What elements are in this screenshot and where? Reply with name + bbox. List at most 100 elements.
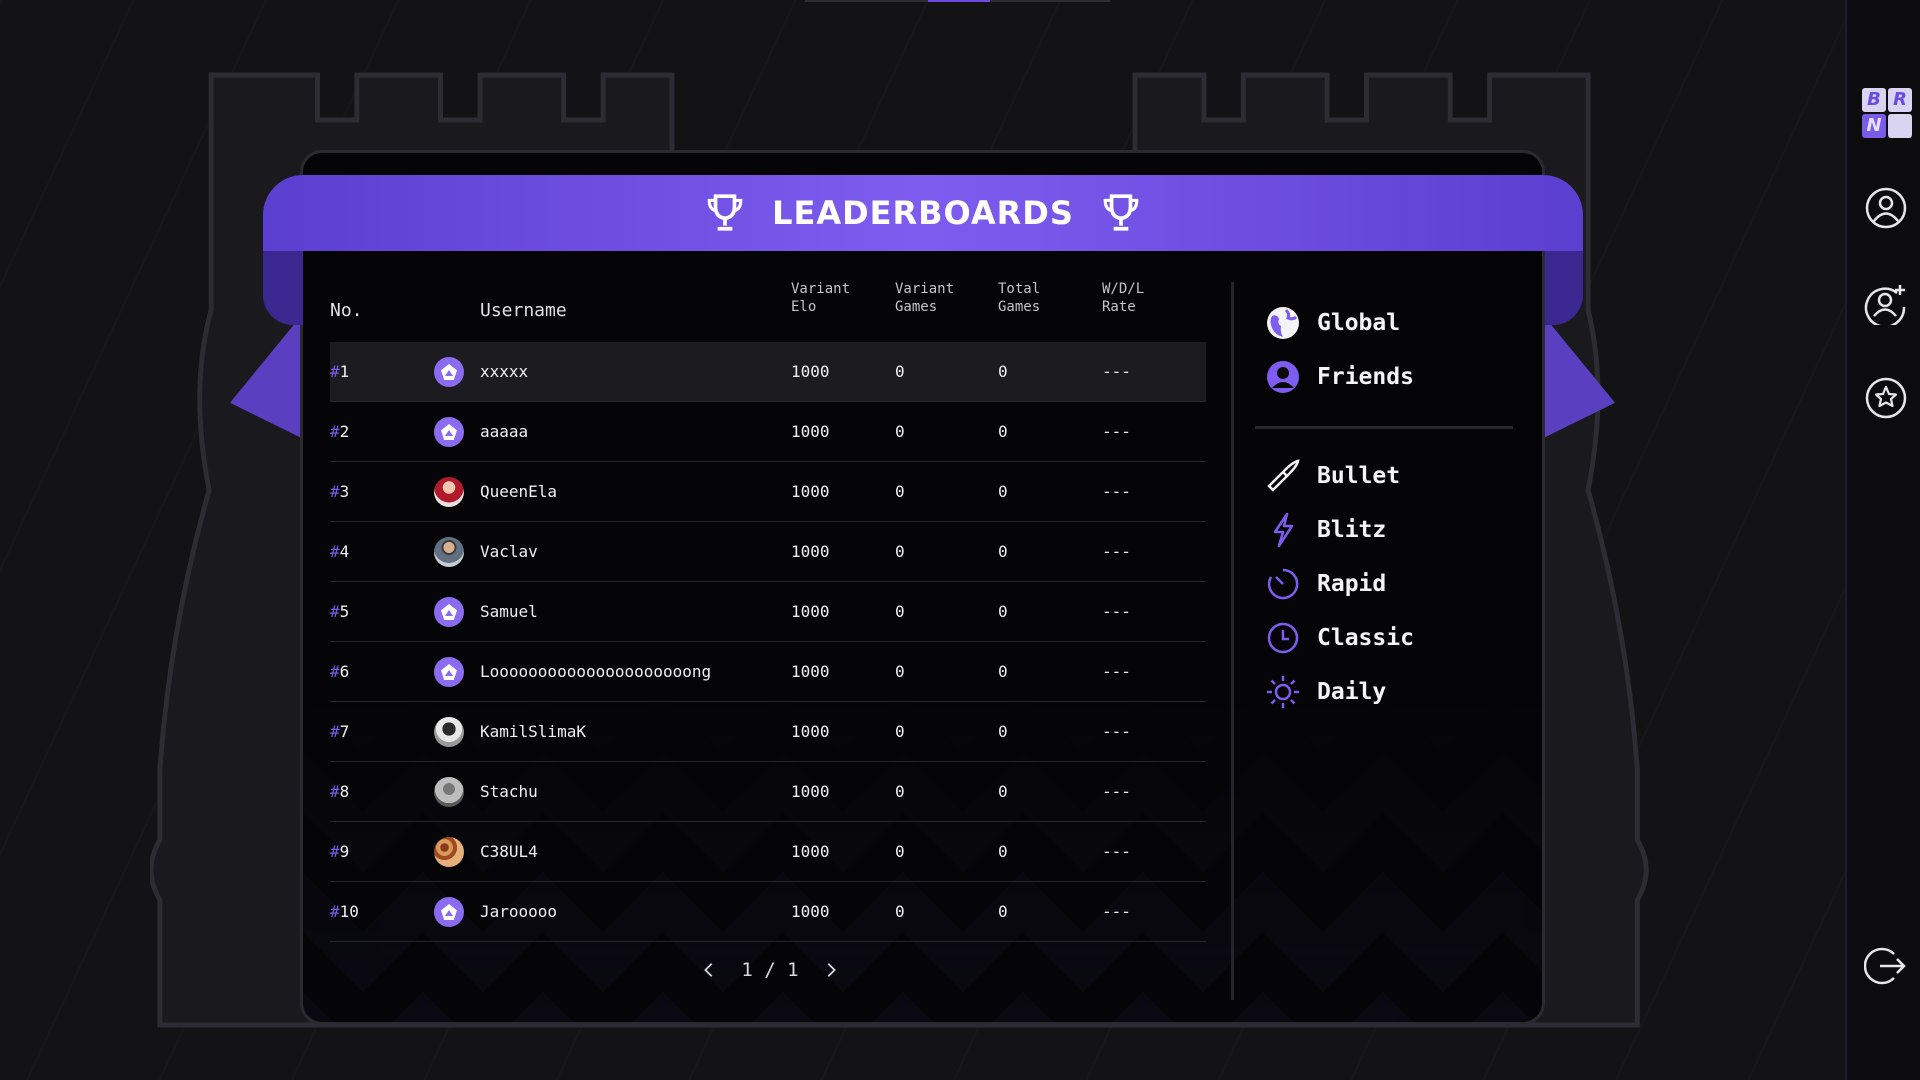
wdl-rate: --- <box>1102 782 1131 801</box>
filter-label: Daily <box>1317 679 1387 705</box>
star-badge-icon[interactable] <box>1864 376 1908 420</box>
variant-elo: 1000 <box>791 422 830 441</box>
rank: #4 <box>330 542 350 561</box>
pagination: 1 / 1 <box>700 955 840 985</box>
chevron-left-icon[interactable] <box>700 961 718 979</box>
variant-games: 0 <box>895 542 905 561</box>
wdl-rate: --- <box>1102 542 1131 561</box>
variant-elo: 1000 <box>791 542 830 561</box>
wdl-rate: --- <box>1102 362 1131 381</box>
page-title: LEADERBOARDS <box>772 194 1074 232</box>
rank: #8 <box>330 782 350 801</box>
avatar <box>434 657 464 687</box>
total-games: 0 <box>998 542 1008 561</box>
avatar <box>434 477 464 507</box>
avatar <box>434 777 464 807</box>
filter-rapid[interactable]: Rapid <box>1265 557 1515 611</box>
variant-elo: 1000 <box>791 482 830 501</box>
total-games: 0 <box>998 902 1008 921</box>
variant-elo: 1000 <box>791 722 830 741</box>
wdl-rate: --- <box>1102 902 1131 921</box>
username[interactable]: Stachu <box>480 762 538 822</box>
table-row[interactable]: #10 Jarooooo 1000 0 0 --- <box>330 882 1206 942</box>
trophy-icon <box>1103 194 1139 231</box>
variant-games: 0 <box>895 422 905 441</box>
timer-icon <box>1265 566 1301 602</box>
variant-games: 0 <box>895 482 905 501</box>
divider <box>1231 282 1234 1000</box>
column-total-games: Total Games <box>998 281 1041 315</box>
variant-elo: 1000 <box>791 362 830 381</box>
logout-icon[interactable] <box>1864 944 1908 988</box>
table-row[interactable]: #8 Stachu 1000 0 0 --- <box>330 762 1206 822</box>
globe-icon <box>1265 305 1301 341</box>
ribbon-tail-left <box>230 317 300 463</box>
total-games: 0 <box>998 782 1008 801</box>
total-games: 0 <box>998 482 1008 501</box>
username[interactable]: Looooooooooooooooooooong <box>480 642 711 702</box>
username[interactable]: xxxxx <box>480 342 528 402</box>
column-variant-elo: Variant Elo <box>791 281 851 315</box>
filter-blitz[interactable]: Blitz <box>1265 503 1515 557</box>
wdl-rate: --- <box>1102 662 1131 681</box>
user-circle-icon <box>1265 359 1301 395</box>
table-row[interactable]: #3 QueenEla 1000 0 0 --- <box>330 462 1206 522</box>
table-row[interactable]: #5 Samuel 1000 0 0 --- <box>330 582 1206 642</box>
wdl-rate: --- <box>1102 422 1131 441</box>
table-row[interactable]: #1 xxxxx 1000 0 0 --- <box>330 342 1206 402</box>
rank: #1 <box>330 362 350 381</box>
username[interactable]: QueenEla <box>480 462 557 522</box>
filter-label: Classic <box>1317 625 1414 651</box>
total-games: 0 <box>998 602 1008 621</box>
filter-label: Global <box>1317 310 1401 336</box>
wdl-rate: --- <box>1102 482 1131 501</box>
username[interactable]: aaaaa <box>480 402 528 462</box>
table-row[interactable]: #9 C38UL4 1000 0 0 --- <box>330 822 1206 882</box>
variant-games: 0 <box>895 782 905 801</box>
lightning-icon <box>1265 512 1301 548</box>
variant-elo: 1000 <box>791 782 830 801</box>
app-logo[interactable]: B R N <box>1862 88 1912 138</box>
filter-label: Friends <box>1317 364 1414 390</box>
add-friend-icon[interactable] <box>1864 281 1908 325</box>
total-games: 0 <box>998 362 1008 381</box>
rank: #7 <box>330 722 350 741</box>
table-row[interactable]: #4 Vaclav 1000 0 0 --- <box>330 522 1206 582</box>
filter-global[interactable]: Global <box>1265 296 1515 350</box>
chevron-right-icon[interactable] <box>822 961 840 979</box>
avatar <box>434 417 464 447</box>
filter-classic[interactable]: Classic <box>1265 611 1515 665</box>
rank: #10 <box>330 902 359 921</box>
username[interactable]: Samuel <box>480 582 538 642</box>
clock-icon <box>1265 620 1301 656</box>
username[interactable]: C38UL4 <box>480 822 538 882</box>
variant-games: 0 <box>895 842 905 861</box>
variant-elo: 1000 <box>791 662 830 681</box>
variant-games: 0 <box>895 722 905 741</box>
variant-elo: 1000 <box>791 842 830 861</box>
username[interactable]: Jarooooo <box>480 882 557 942</box>
variant-elo: 1000 <box>791 602 830 621</box>
username[interactable]: KamilSlimaK <box>480 702 586 762</box>
filter-daily[interactable]: Daily <box>1265 665 1515 719</box>
ribbon-tail-right <box>1545 317 1615 463</box>
variant-games: 0 <box>895 362 905 381</box>
table-row[interactable]: #6 Looooooooooooooooooooong 1000 0 0 --- <box>330 642 1206 702</box>
rank: #9 <box>330 842 350 861</box>
filter-bullet[interactable]: Bullet <box>1265 449 1515 503</box>
username[interactable]: Vaclav <box>480 522 538 582</box>
filter-friends[interactable]: Friends <box>1265 350 1515 404</box>
variant-games: 0 <box>895 662 905 681</box>
table-row[interactable]: #2 aaaaa 1000 0 0 --- <box>330 402 1206 462</box>
table-row[interactable]: #7 KamilSlimaK 1000 0 0 --- <box>330 702 1206 762</box>
avatar <box>434 357 464 387</box>
avatar <box>434 717 464 747</box>
rank: #3 <box>330 482 350 501</box>
top-tab-indicator <box>805 0 1110 2</box>
column-variant-games: Variant Games <box>895 281 955 315</box>
sun-icon <box>1265 674 1301 710</box>
column-no: No. <box>330 300 363 321</box>
filter-label: Rapid <box>1317 571 1387 597</box>
profile-icon[interactable] <box>1864 186 1908 230</box>
leaderboard-table: No. Username Variant Elo Variant Games Tot… <box>330 280 1206 942</box>
